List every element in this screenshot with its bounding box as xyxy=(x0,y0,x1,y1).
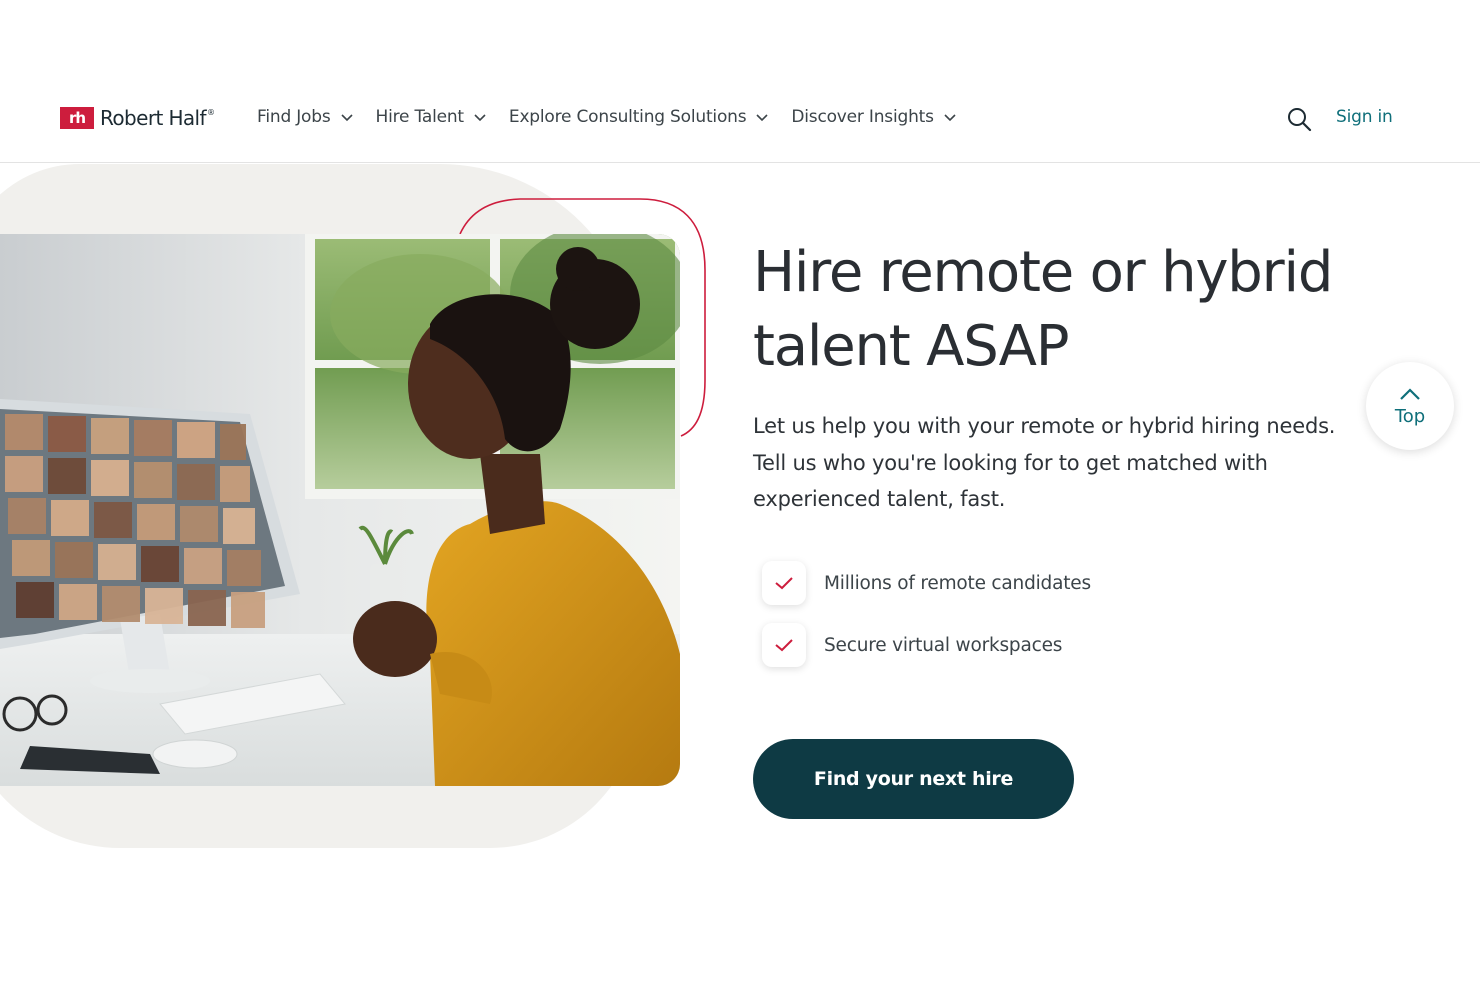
back-to-top-button[interactable]: Top xyxy=(1366,362,1454,450)
logo-text: Robert Half xyxy=(100,106,207,130)
nav-explore-consulting[interactable]: Explore Consulting Solutions xyxy=(509,107,769,127)
nav-discover-insights-label: Discover Insights xyxy=(791,107,934,127)
feature-label: Secure virtual workspaces xyxy=(824,634,1063,656)
chevron-down-icon xyxy=(944,114,956,122)
sign-in-link[interactable]: Sign in xyxy=(1336,107,1393,127)
chevron-down-icon xyxy=(756,114,768,122)
robert-half-logo[interactable]: rh Robert Half ® xyxy=(60,104,215,132)
nav-hire-talent-label: Hire Talent xyxy=(375,107,465,127)
find-next-hire-button[interactable]: Find your next hire xyxy=(753,739,1074,819)
main-nav: Find Jobs Hire Talent Explore Consulting… xyxy=(257,107,979,127)
video-call-illustration xyxy=(0,234,680,786)
hero-image xyxy=(0,234,680,786)
back-to-top-label: Top xyxy=(1394,405,1426,427)
hero-title: Hire remote or hybrid talent ASAP xyxy=(753,240,1333,379)
search-icon xyxy=(1288,108,1312,132)
check-icon xyxy=(762,623,806,667)
nav-explore-consulting-label: Explore Consulting Solutions xyxy=(508,107,747,127)
nav-hire-talent[interactable]: Hire Talent xyxy=(376,107,487,127)
site-header: rh Robert Half ® Find Jobs Hire Talent E… xyxy=(0,74,1480,163)
logo-mark: rh xyxy=(60,107,94,129)
feature-label: Millions of remote candidates xyxy=(824,572,1091,594)
chevron-down-icon xyxy=(474,114,486,122)
feature-item: Millions of remote candidates xyxy=(762,560,1091,606)
search-button[interactable] xyxy=(1286,106,1312,132)
hero-description: Let us help you with your remote or hybr… xyxy=(753,414,1336,511)
feature-item: Secure virtual workspaces xyxy=(762,622,1091,668)
feature-list: Millions of remote candidates Secure vir… xyxy=(762,560,1091,684)
nav-find-jobs-label: Find Jobs xyxy=(257,107,331,127)
logo-registered-mark: ® xyxy=(206,107,215,117)
chevron-down-icon xyxy=(340,114,353,122)
check-icon xyxy=(762,561,806,605)
nav-discover-insights[interactable]: Discover Insights xyxy=(791,107,956,127)
chevron-up-icon xyxy=(1400,387,1420,400)
nav-find-jobs[interactable]: Find Jobs xyxy=(257,107,354,127)
